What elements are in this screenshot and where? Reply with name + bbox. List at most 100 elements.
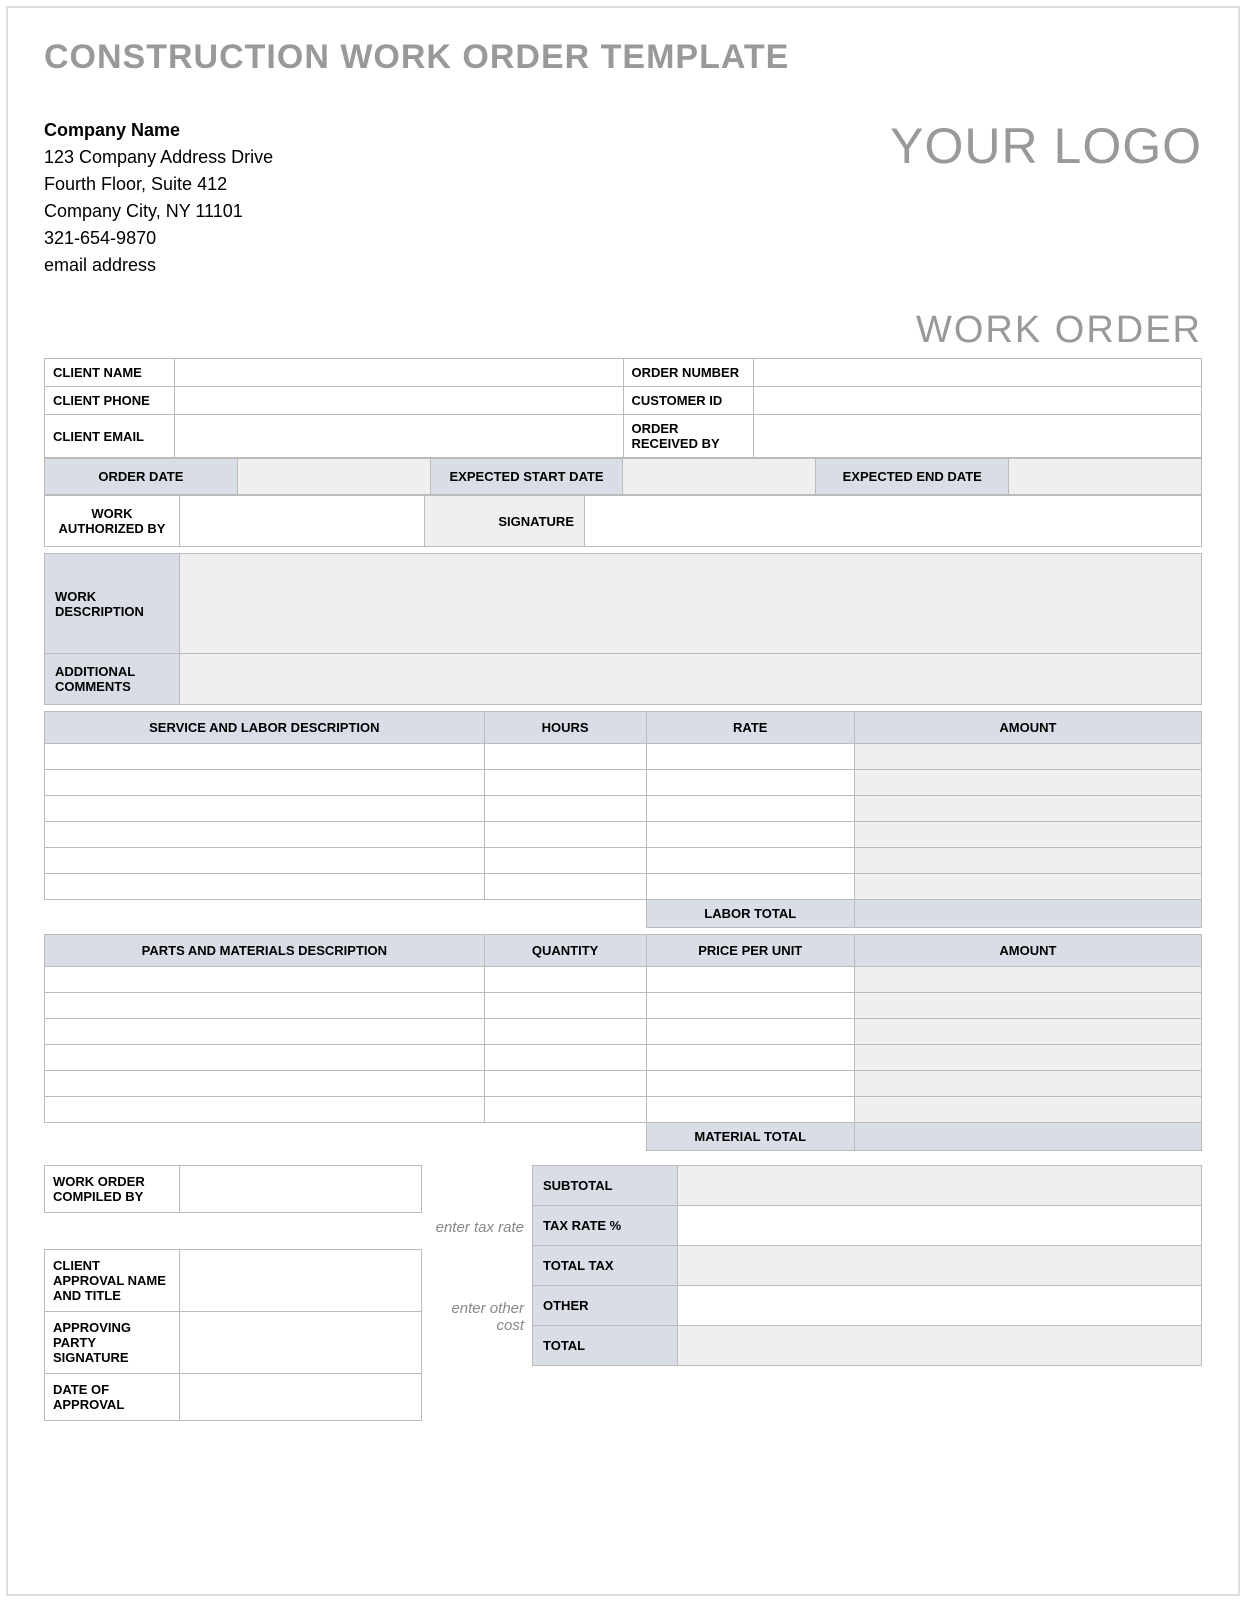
totaltax-field[interactable] xyxy=(678,1246,1202,1286)
company-info: Company Name 123 Company Address Drive F… xyxy=(44,117,273,279)
materials-header-amount: AMOUNT xyxy=(854,935,1201,967)
labor-desc-field[interactable] xyxy=(45,744,485,770)
labor-rate-field[interactable] xyxy=(646,874,854,900)
expected-start-field[interactable] xyxy=(623,459,816,495)
total-field[interactable] xyxy=(678,1326,1202,1366)
labor-rate-field[interactable] xyxy=(646,848,854,874)
label-taxrate: TAX RATE % xyxy=(533,1206,678,1246)
mat-price-field[interactable] xyxy=(646,993,854,1019)
labor-hours-field[interactable] xyxy=(484,822,646,848)
labor-hours-field[interactable] xyxy=(484,770,646,796)
labor-rate-field[interactable] xyxy=(646,770,854,796)
materials-header-price: PRICE PER UNIT xyxy=(646,935,854,967)
labor-rate-field[interactable] xyxy=(646,822,854,848)
labor-desc-field[interactable] xyxy=(45,848,485,874)
label-client-approval: CLIENT APPROVAL NAME AND TITLE xyxy=(45,1250,180,1312)
other-field[interactable] xyxy=(678,1286,1202,1326)
auth-row: WORK AUTHORIZED BY SIGNATURE xyxy=(44,495,1202,547)
order-number-field[interactable] xyxy=(753,359,1202,387)
label-order-received-by: ORDER RECEIVED BY xyxy=(623,415,753,458)
materials-row xyxy=(45,1097,1202,1123)
compiled-by-field[interactable] xyxy=(180,1166,422,1213)
labor-amount-field[interactable] xyxy=(854,796,1201,822)
labor-amount-field[interactable] xyxy=(854,770,1201,796)
labor-row xyxy=(45,822,1202,848)
mat-amount-field[interactable] xyxy=(854,967,1201,993)
label-work-desc: WORK DESCRIPTION xyxy=(45,554,180,654)
client-email-field[interactable] xyxy=(175,415,624,458)
mat-desc-field[interactable] xyxy=(45,967,485,993)
company-addr2: Fourth Floor, Suite 412 xyxy=(44,171,273,198)
labor-hours-field[interactable] xyxy=(484,848,646,874)
expected-end-field[interactable] xyxy=(1009,459,1202,495)
labor-hours-field[interactable] xyxy=(484,796,646,822)
label-expected-start: EXPECTED START DATE xyxy=(430,459,623,495)
labor-hours-field[interactable] xyxy=(484,744,646,770)
mat-desc-field[interactable] xyxy=(45,1071,485,1097)
order-date-field[interactable] xyxy=(237,459,430,495)
mat-desc-field[interactable] xyxy=(45,1045,485,1071)
mat-desc-field[interactable] xyxy=(45,1019,485,1045)
mat-price-field[interactable] xyxy=(646,1097,854,1123)
approval-table: CLIENT APPROVAL NAME AND TITLE APPROVING… xyxy=(44,1249,422,1421)
work-order-heading: WORK ORDER xyxy=(44,309,1202,352)
label-expected-end: EXPECTED END DATE xyxy=(816,459,1009,495)
mat-desc-field[interactable] xyxy=(45,993,485,1019)
mat-price-field[interactable] xyxy=(646,1045,854,1071)
material-total-field[interactable] xyxy=(854,1123,1201,1151)
subtotal-field[interactable] xyxy=(678,1166,1202,1206)
mat-amount-field[interactable] xyxy=(854,1019,1201,1045)
mat-qty-field[interactable] xyxy=(484,1097,646,1123)
labor-rate-field[interactable] xyxy=(646,744,854,770)
additional-comments-field[interactable] xyxy=(180,654,1202,705)
mat-amount-field[interactable] xyxy=(854,1045,1201,1071)
mat-price-field[interactable] xyxy=(646,967,854,993)
materials-row xyxy=(45,1071,1202,1097)
mat-amount-field[interactable] xyxy=(854,1071,1201,1097)
work-desc-field[interactable] xyxy=(180,554,1202,654)
customer-id-field[interactable] xyxy=(753,387,1202,415)
logo-placeholder: YOUR LOGO xyxy=(890,117,1202,175)
approving-sig-field[interactable] xyxy=(180,1312,422,1374)
labor-hours-field[interactable] xyxy=(484,874,646,900)
work-auth-field[interactable] xyxy=(180,496,425,547)
dates-row: ORDER DATE EXPECTED START DATE EXPECTED … xyxy=(44,458,1202,495)
labor-total-field[interactable] xyxy=(854,900,1201,928)
mat-amount-field[interactable] xyxy=(854,1097,1201,1123)
mat-qty-field[interactable] xyxy=(484,993,646,1019)
mat-qty-field[interactable] xyxy=(484,1071,646,1097)
client-name-field[interactable] xyxy=(175,359,624,387)
materials-header-qty: QUANTITY xyxy=(484,935,646,967)
mat-amount-field[interactable] xyxy=(854,993,1201,1019)
label-total: TOTAL xyxy=(533,1326,678,1366)
materials-row xyxy=(45,967,1202,993)
labor-amount-field[interactable] xyxy=(854,744,1201,770)
signature-field[interactable] xyxy=(585,496,1202,547)
mat-qty-field[interactable] xyxy=(484,967,646,993)
mat-qty-field[interactable] xyxy=(484,1019,646,1045)
totals-table: SUBTOTAL TAX RATE % TOTAL TAX OTHER TOTA… xyxy=(532,1165,1202,1366)
labor-desc-field[interactable] xyxy=(45,796,485,822)
labor-amount-field[interactable] xyxy=(854,822,1201,848)
labor-header-desc: SERVICE AND LABOR DESCRIPTION xyxy=(45,712,485,744)
client-info-table: CLIENT NAME ORDER NUMBER CLIENT PHONE CU… xyxy=(44,358,1202,458)
mat-price-field[interactable] xyxy=(646,1019,854,1045)
labor-amount-field[interactable] xyxy=(854,848,1201,874)
mat-desc-field[interactable] xyxy=(45,1097,485,1123)
mat-price-field[interactable] xyxy=(646,1071,854,1097)
labor-row xyxy=(45,770,1202,796)
labor-desc-field[interactable] xyxy=(45,822,485,848)
labor-rate-field[interactable] xyxy=(646,796,854,822)
labor-desc-field[interactable] xyxy=(45,874,485,900)
labor-header-hours: HOURS xyxy=(484,712,646,744)
client-approval-field[interactable] xyxy=(180,1250,422,1312)
labor-row xyxy=(45,744,1202,770)
mat-qty-field[interactable] xyxy=(484,1045,646,1071)
hint-tax: enter tax rate xyxy=(422,1219,532,1236)
client-phone-field[interactable] xyxy=(175,387,624,415)
labor-amount-field[interactable] xyxy=(854,874,1201,900)
labor-desc-field[interactable] xyxy=(45,770,485,796)
order-received-field[interactable] xyxy=(753,415,1202,458)
date-approval-field[interactable] xyxy=(180,1374,422,1421)
taxrate-field[interactable] xyxy=(678,1206,1202,1246)
